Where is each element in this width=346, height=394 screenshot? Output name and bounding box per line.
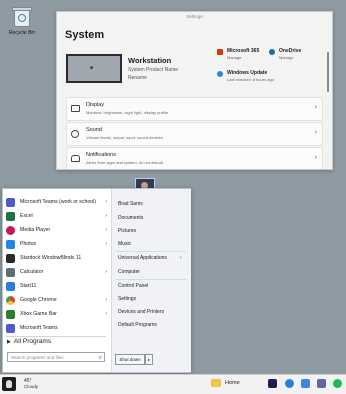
display-icon [71, 105, 80, 112]
app-icon[interactable] [268, 379, 277, 388]
places-panel: Brad Sams Documents Pictures Music Unive… [111, 189, 191, 372]
program-item-windowblinds[interactable]: Stardock WindowBlinds 11 [6, 253, 110, 264]
spotify-icon[interactable] [333, 379, 342, 388]
edge-icon[interactable] [285, 379, 294, 388]
link-music[interactable]: Music [118, 241, 131, 247]
link-pictures[interactable]: Pictures [118, 228, 136, 234]
divider [116, 251, 186, 252]
link-computer[interactable]: Computer [118, 269, 140, 275]
program-item-excel[interactable]: Excel › [6, 211, 110, 222]
divider [116, 279, 186, 280]
program-item-media-player[interactable]: Media Player › [6, 225, 110, 236]
link-default-programs[interactable]: Default Programs [118, 322, 157, 328]
settings-window: Settings System ■ Workstation System Pro… [56, 11, 333, 170]
search-input[interactable]: Search programs and files ⌕ [7, 352, 105, 362]
program-item-teams[interactable]: Microsoft Teams [6, 323, 110, 334]
program-list: Microsoft Teams (work or school) › Excel… [3, 189, 111, 372]
page-title: System [65, 29, 105, 41]
teams-icon[interactable] [317, 379, 326, 388]
excel-icon [6, 212, 15, 221]
weather-widget[interactable]: 45° Cloudy [24, 378, 38, 389]
xbox-icon [6, 310, 15, 319]
program-item-xbox-game-bar[interactable]: Xbox Game Bar › [6, 309, 110, 320]
quick-m365[interactable]: Microsoft 365 Manage [217, 48, 259, 60]
monitor-thumbnail-icon: ■ [66, 54, 122, 83]
mail-icon[interactable] [301, 379, 310, 388]
photos-icon [6, 240, 15, 249]
taskbar-home-label[interactable]: Home [225, 380, 240, 386]
search-icon: ⌕ [98, 355, 102, 361]
chrome-icon [6, 296, 15, 305]
all-programs-button[interactable]: ▶ All Programs [7, 338, 51, 345]
program-item-teams-work[interactable]: Microsoft Teams (work or school) › [6, 197, 110, 208]
settings-row-notifications[interactable]: Notifications Alerts from apps and syste… [66, 147, 323, 169]
weather-desc: Cloudy [24, 384, 39, 389]
teams-icon [6, 198, 15, 207]
link-control-panel[interactable]: Control Panel [118, 283, 148, 289]
chevron-right-icon: › [314, 129, 317, 136]
bell-icon [71, 155, 80, 162]
teams-icon [6, 324, 15, 333]
sound-icon [71, 130, 79, 138]
link-documents[interactable]: Documents [118, 215, 143, 221]
start11-icon [6, 282, 15, 291]
program-item-chrome[interactable]: Google Chrome › [6, 295, 110, 306]
link-universal-apps[interactable]: Universal Applications › [118, 255, 182, 261]
link-devices-printers[interactable]: Devices and Printers [118, 309, 164, 315]
start-menu: Microsoft Teams (work or school) › Excel… [2, 188, 191, 373]
media-player-icon [6, 226, 15, 235]
recycle-bin-icon [12, 7, 32, 27]
chevron-right-icon: › [314, 154, 317, 161]
quick-onedrive[interactable]: OneDrive Manage [269, 48, 301, 60]
triangle-right-icon: ▶ [7, 339, 11, 345]
taskbar: 45° Cloudy Home [0, 374, 346, 394]
recycle-bin-shortcut[interactable]: Recycle Bin [3, 7, 41, 36]
window-title: Settings [186, 14, 203, 19]
device-product: System Product Name [128, 67, 179, 73]
scrollbar[interactable] [327, 52, 329, 92]
divider [6, 336, 106, 337]
windowblinds-icon [6, 254, 15, 263]
device-info: Workstation System Product Name Rename [128, 56, 178, 81]
microsoft365-icon [217, 49, 223, 55]
settings-row-display[interactable]: Display Monitors, brightness, night ligh… [66, 97, 323, 121]
rename-link[interactable]: Rename [128, 75, 178, 81]
shutdown-button[interactable]: Shut down [115, 354, 145, 365]
folder-icon[interactable] [211, 379, 221, 387]
shutdown-options-button[interactable]: ▸ [145, 354, 153, 365]
settings-row-sound[interactable]: Sound Volume levels, output, input, soun… [66, 122, 323, 146]
windows-update-icon [217, 71, 223, 77]
quick-windows-update[interactable]: Windows Update Last checked: 8 hours ago [217, 70, 274, 82]
link-user[interactable]: Brad Sams [118, 201, 143, 207]
program-item-calculator[interactable]: Calculator › [6, 267, 110, 278]
calculator-icon [6, 268, 15, 277]
device-name: Workstation [128, 56, 172, 65]
link-settings[interactable]: Settings [118, 296, 136, 302]
chevron-right-icon: › [314, 104, 317, 111]
start-button[interactable] [2, 377, 16, 391]
program-item-start11[interactable]: Start11 [6, 281, 110, 292]
recycle-bin-label: Recycle Bin [8, 30, 36, 36]
onedrive-icon [269, 49, 275, 55]
program-item-photos[interactable]: Photos › [6, 239, 110, 250]
